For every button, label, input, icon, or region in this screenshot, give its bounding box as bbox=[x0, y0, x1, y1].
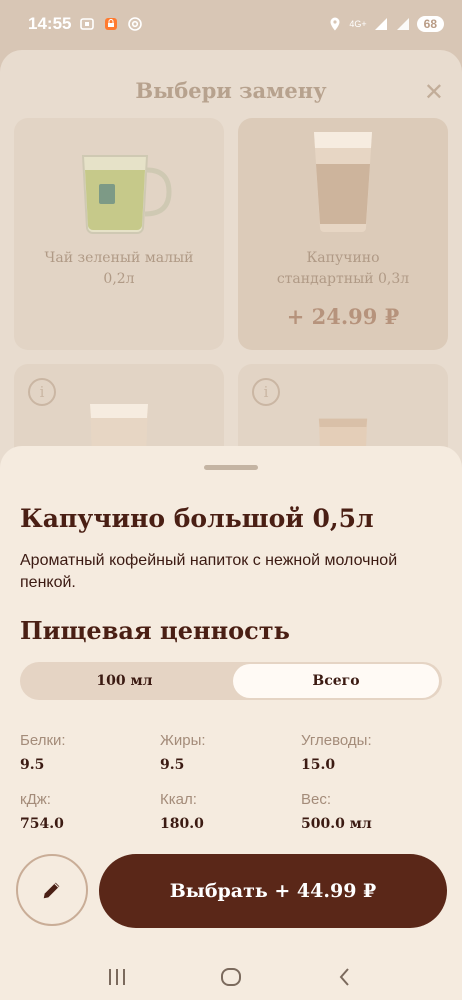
nutrition-label: кДж: bbox=[20, 791, 51, 808]
nutrition-value: 9.5 bbox=[160, 757, 185, 773]
nutrition-carbs: Углеводы: 15.0 bbox=[301, 732, 372, 773]
cappuccino-glass-image bbox=[314, 132, 372, 232]
info-icon[interactable]: i bbox=[252, 378, 280, 406]
tab-total[interactable]: Всего bbox=[233, 664, 439, 698]
shop-bag-icon bbox=[105, 18, 118, 30]
signal-icon-2 bbox=[396, 18, 409, 30]
status-time: 14:55 bbox=[28, 14, 72, 33]
nutrition-label: Вес: bbox=[301, 791, 332, 808]
card-name: Чай зеленый малый 0,2л bbox=[44, 250, 194, 287]
nutrition-title: Пищевая ценность bbox=[20, 616, 290, 645]
nutrition-label: Белки: bbox=[20, 732, 66, 749]
nutrition-label: Углеводы: bbox=[301, 732, 372, 749]
system-nav-bar bbox=[0, 954, 462, 1000]
product-detail-sheet: Капучино большой 0,5л Ароматный кофейный… bbox=[0, 446, 462, 1000]
edit-button[interactable] bbox=[16, 854, 88, 926]
tea-glass-image bbox=[81, 155, 172, 235]
nutrition-label: Жиры: bbox=[160, 732, 206, 749]
battery-indicator: 68 bbox=[416, 16, 444, 32]
nutrition-value: 9.5 bbox=[20, 757, 45, 773]
network-type: 4G+ bbox=[349, 19, 367, 29]
recent-apps-icon[interactable] bbox=[105, 965, 129, 989]
product-description: Ароматный кофейный напиток с нежной моло… bbox=[20, 552, 398, 591]
close-icon[interactable]: ✕ bbox=[424, 78, 444, 106]
card-price: + 24.99 ₽ bbox=[286, 304, 400, 329]
screenshot-icon bbox=[80, 18, 95, 30]
signal-icon bbox=[374, 18, 387, 30]
nutrition-value: 180.0 bbox=[160, 816, 204, 832]
home-icon[interactable] bbox=[219, 965, 243, 989]
nutrition-value: 754.0 bbox=[20, 816, 64, 832]
tab-per-100ml[interactable]: 100 мл bbox=[20, 662, 229, 700]
select-button[interactable]: Выбрать + 44.99 ₽ bbox=[99, 854, 447, 928]
nutrition-kcal: Ккал: 180.0 bbox=[160, 791, 204, 832]
product-title: Капучино большой 0,5л bbox=[20, 504, 374, 533]
at-sign-icon bbox=[128, 17, 143, 31]
nutrition-value: 15.0 bbox=[301, 757, 336, 773]
nutrition-value: 500.0 мл bbox=[301, 816, 372, 832]
nutrition-protein: Белки: 9.5 bbox=[20, 732, 66, 773]
location-icon bbox=[330, 17, 340, 31]
nutrition-fat: Жиры: 9.5 bbox=[160, 732, 206, 773]
nutrition-segmented-control: 100 мл Всего bbox=[20, 662, 442, 700]
drag-handle[interactable] bbox=[204, 465, 258, 470]
status-bar: 14:55 4G+ 68 bbox=[0, 0, 462, 48]
card-name: Капучино стандартный 0,3л bbox=[276, 250, 410, 287]
nutrition-label: Ккал: bbox=[160, 791, 197, 808]
back-icon[interactable] bbox=[333, 965, 357, 989]
product-card-cappuccino-standard[interactable]: Капучино стандартный 0,3л + 24.99 ₽ bbox=[238, 118, 448, 350]
modal-title: Выбери замену bbox=[135, 78, 327, 103]
pencil-icon bbox=[43, 882, 60, 899]
product-card-green-tea[interactable]: Чай зеленый малый 0,2л bbox=[14, 118, 224, 350]
nutrition-weight: Вес: 500.0 мл bbox=[301, 791, 372, 832]
info-icon[interactable]: i bbox=[28, 378, 56, 406]
nutrition-kj: кДж: 754.0 bbox=[20, 791, 64, 832]
